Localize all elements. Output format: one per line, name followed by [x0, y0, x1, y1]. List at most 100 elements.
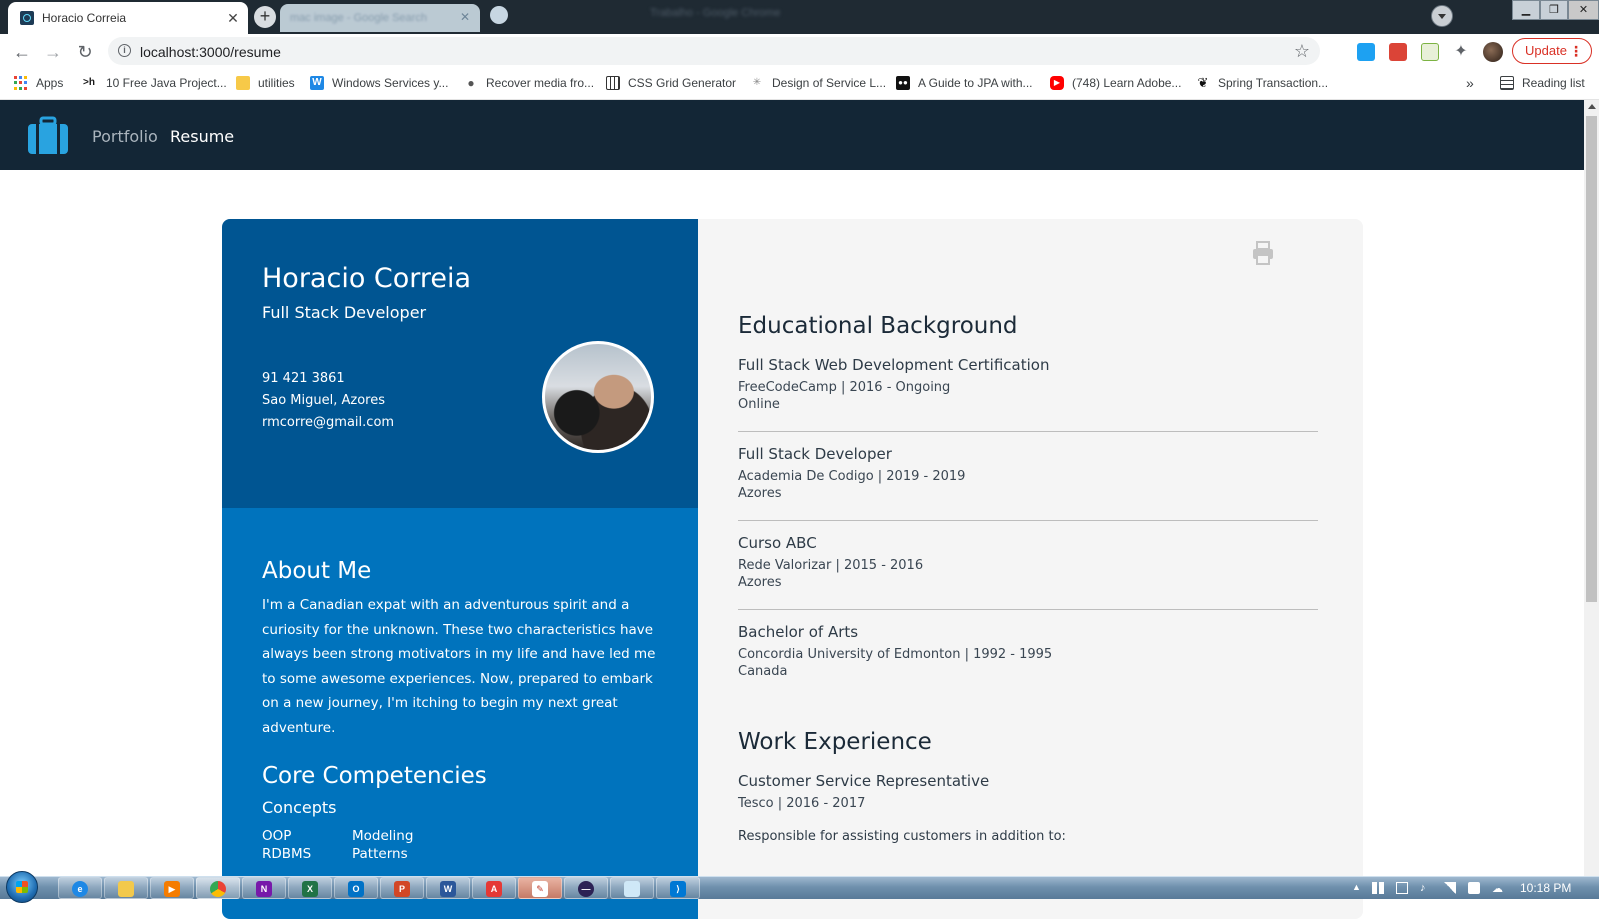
spring-leaf-icon: ❦	[1197, 75, 1209, 90]
bookmark-item[interactable]: ●● A Guide to JPA with...	[896, 76, 1033, 90]
tray-alert-icon[interactable]	[1468, 882, 1480, 894]
extension-icon[interactable]	[1421, 43, 1439, 61]
tab-search-icon[interactable]	[1431, 5, 1453, 27]
taskbar-excel-button[interactable]: X	[288, 877, 332, 899]
taskbar-chrome-button[interactable]	[196, 877, 240, 899]
scroll-up-arrow-icon[interactable]	[1588, 104, 1596, 109]
cloud-icon[interactable]: ☁	[1492, 882, 1504, 895]
eclipse-icon: —	[578, 881, 594, 897]
competency-item: OOP	[262, 828, 292, 844]
entry-location: Azores	[738, 575, 782, 590]
tray-grid-icon[interactable]	[1372, 882, 1384, 894]
briefcase-logo-icon[interactable]	[28, 116, 68, 154]
bookmark-label: (748) Learn Adobe...	[1072, 76, 1182, 90]
bookmark-item[interactable]: W Windows Services y...	[310, 76, 448, 90]
folder-icon	[236, 76, 250, 90]
taskbar-explorer-button[interactable]	[104, 877, 148, 899]
volume-icon[interactable]: ♪	[1420, 882, 1432, 894]
taskbar-eclipse-button[interactable]: —	[564, 877, 608, 899]
contact-email[interactable]: rmcorre@gmail.com	[262, 415, 394, 430]
reading-list[interactable]: Reading list	[1500, 76, 1585, 90]
minimize-window-button[interactable]: ▁	[1512, 0, 1540, 20]
chrome-icon	[210, 881, 226, 897]
restore-window-button[interactable]: ❐	[1540, 0, 1568, 20]
reload-icon[interactable]: ↻	[73, 40, 97, 64]
profile-avatar[interactable]	[1483, 42, 1503, 62]
entry-title: Customer Service Representative	[738, 772, 990, 790]
bookmark-item[interactable]: utilities	[236, 76, 295, 90]
bookmark-apps[interactable]: Apps	[14, 76, 63, 90]
forward-arrow-icon[interactable]: →	[41, 40, 65, 64]
tab-favicon-icon[interactable]	[490, 6, 508, 24]
taskbar-word-button[interactable]: W	[426, 877, 470, 899]
bookmark-star-icon[interactable]: ☆	[1294, 41, 1310, 62]
entry-subtitle: Academia De Codigo | 2019 - 2019	[738, 469, 966, 484]
bookmark-label: Design of Service L...	[772, 76, 887, 90]
vscode-icon: ⟩	[670, 881, 686, 897]
extension-icon[interactable]	[1357, 43, 1375, 61]
bookmarks-more-icon[interactable]: »	[1466, 75, 1474, 91]
browser-tab-background[interactable]: mac image - Google Search ✕	[280, 4, 480, 32]
acrobat-icon: A	[486, 881, 502, 897]
contact-location: Sao Miguel, Azores	[262, 393, 385, 408]
site-header: Portfolio Resume	[0, 100, 1584, 170]
taskbar-outlook-button[interactable]: O	[334, 877, 378, 899]
taskbar-paint-button[interactable]: ✎	[518, 877, 562, 899]
bookmark-item[interactable]: CSS Grid Generator	[606, 76, 736, 90]
puzzle-extensions-icon[interactable]: ✦	[1452, 43, 1470, 61]
arrow-h-icon: >h	[83, 77, 95, 88]
bookmark-label: utilities	[258, 76, 295, 90]
taskbar-media-button[interactable]: ▶	[150, 877, 194, 899]
profile-panel: Horacio Correia Full Stack Developer 91 …	[222, 219, 698, 508]
close-tab-icon[interactable]: ✕	[460, 10, 470, 24]
bookmark-item[interactable]: ● Recover media fro...	[464, 76, 594, 90]
entry-title: Curso ABC	[738, 534, 817, 552]
site-info-icon[interactable]: i	[118, 44, 131, 57]
concepts-label: Concepts	[262, 798, 337, 817]
taskbar-vscode-button[interactable]: ⟩	[656, 877, 700, 899]
taskbar-ie-button[interactable]: e	[58, 877, 102, 899]
tab-title: Horacio Correia	[42, 11, 127, 25]
update-button[interactable]: Update ⋮	[1512, 38, 1592, 64]
page-scrollbar[interactable]	[1584, 100, 1599, 876]
network-signal-icon[interactable]	[1444, 882, 1456, 894]
bookmark-label: Recover media fro...	[486, 76, 595, 90]
taskbar-onenote-button[interactable]: N	[242, 877, 286, 899]
more-menu-icon[interactable]: ⋮	[1569, 39, 1583, 63]
update-label: Update	[1525, 43, 1567, 58]
address-bar[interactable]: i localhost:3000/resume ☆	[108, 37, 1320, 65]
contact-phone: 91 421 3861	[262, 371, 345, 386]
browser-tab-active[interactable]: Horacio Correia ✕	[8, 2, 248, 34]
nav-link-resume[interactable]: Resume	[170, 127, 234, 146]
tray-device-icon[interactable]	[1396, 882, 1408, 894]
print-icon[interactable]	[1252, 241, 1274, 265]
bookmark-item[interactable]: ▶ (748) Learn Adobe...	[1050, 76, 1181, 90]
nav-link-portfolio[interactable]: Portfolio	[92, 127, 158, 146]
education-entry: Curso ABC Rede Valorizar | 2015 - 2016 A…	[738, 534, 1318, 590]
new-tab-button[interactable]: +	[254, 6, 276, 28]
close-tab-icon[interactable]: ✕	[224, 10, 242, 27]
extension-icon[interactable]	[1389, 43, 1407, 61]
tray-expand-icon[interactable]: ▲	[1352, 882, 1364, 894]
url-text[interactable]: localhost:3000/resume	[140, 44, 281, 60]
bookmark-item[interactable]: ✳ Design of Service L...	[750, 76, 886, 90]
bookmark-item[interactable]: >h 10 Free Java Project...	[80, 76, 227, 90]
bookmark-item[interactable]: ❦ Spring Transaction...	[1196, 75, 1329, 91]
scrollbar-thumb[interactable]	[1586, 116, 1597, 602]
start-button[interactable]	[6, 871, 38, 903]
competencies-title: Core Competencies	[262, 763, 487, 789]
w-logo-icon: W	[310, 76, 324, 90]
taskbar-notepad-button[interactable]	[610, 877, 654, 899]
outlook-icon: O	[348, 881, 364, 897]
entry-subtitle: Tesco | 2016 - 2017	[738, 796, 866, 811]
bookmark-label: CSS Grid Generator	[628, 76, 737, 90]
close-window-button[interactable]: ✕	[1568, 0, 1599, 20]
system-clock[interactable]: 10:18 PM	[1520, 881, 1571, 895]
taskbar-powerpoint-button[interactable]: P	[380, 877, 424, 899]
back-arrow-icon[interactable]: ←	[10, 40, 34, 64]
window-title: Trabalho - Google Chrome	[650, 7, 781, 19]
entry-title: Bachelor of Arts	[738, 623, 859, 641]
bookmark-label: Apps	[36, 76, 64, 90]
react-favicon-icon	[20, 11, 34, 25]
taskbar-acrobat-button[interactable]: A	[472, 877, 516, 899]
